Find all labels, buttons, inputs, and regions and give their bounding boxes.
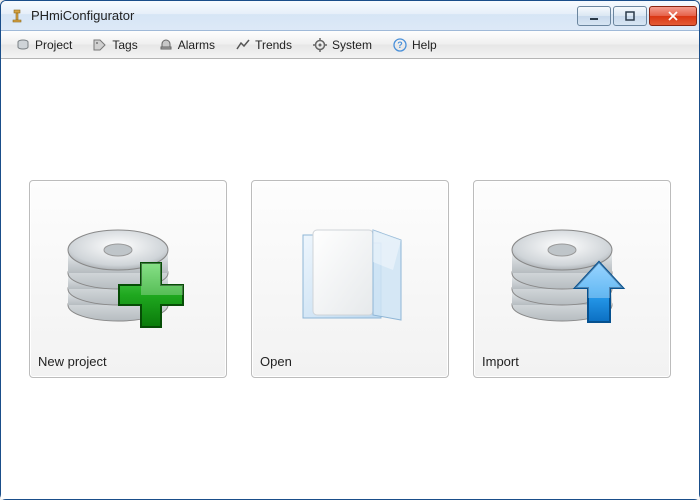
menu-alarms[interactable]: Alarms bbox=[150, 34, 223, 56]
trends-icon bbox=[235, 37, 251, 53]
folder-open-icon bbox=[260, 189, 440, 350]
tags-icon bbox=[92, 37, 108, 53]
app-icon bbox=[9, 8, 25, 24]
card-label: Open bbox=[260, 350, 440, 369]
import-card[interactable]: Import bbox=[473, 180, 671, 378]
menu-tags[interactable]: Tags bbox=[84, 34, 145, 56]
titlebar: PHmiConfigurator bbox=[1, 1, 699, 31]
database-arrow-up-icon bbox=[482, 189, 662, 350]
card-label: New project bbox=[38, 350, 218, 369]
card-label: Import bbox=[482, 350, 662, 369]
window-controls bbox=[577, 6, 697, 26]
menu-label: Tags bbox=[112, 38, 137, 52]
menu-label: System bbox=[332, 38, 372, 52]
menu-label: Alarms bbox=[178, 38, 215, 52]
menu-help[interactable]: ? Help bbox=[384, 34, 445, 56]
system-icon bbox=[312, 37, 328, 53]
close-button[interactable] bbox=[649, 6, 697, 26]
alarms-icon bbox=[158, 37, 174, 53]
menu-label: Trends bbox=[255, 38, 292, 52]
app-window: PHmiConfigurator Project bbox=[0, 0, 700, 500]
new-project-card[interactable]: New project bbox=[29, 180, 227, 378]
database-plus-icon bbox=[38, 189, 218, 350]
help-icon: ? bbox=[392, 37, 408, 53]
minimize-button[interactable] bbox=[577, 6, 611, 26]
menu-system[interactable]: System bbox=[304, 34, 380, 56]
maximize-button[interactable] bbox=[613, 6, 647, 26]
menu-label: Project bbox=[35, 38, 72, 52]
open-card[interactable]: Open bbox=[251, 180, 449, 378]
project-icon bbox=[15, 37, 31, 53]
window-title: PHmiConfigurator bbox=[31, 8, 577, 23]
menubar: Project Tags Alarms Trends System bbox=[1, 31, 699, 59]
client-area: New project bbox=[1, 59, 699, 499]
menu-label: Help bbox=[412, 38, 437, 52]
svg-text:?: ? bbox=[397, 40, 403, 50]
menu-trends[interactable]: Trends bbox=[227, 34, 300, 56]
menu-project[interactable]: Project bbox=[7, 34, 80, 56]
